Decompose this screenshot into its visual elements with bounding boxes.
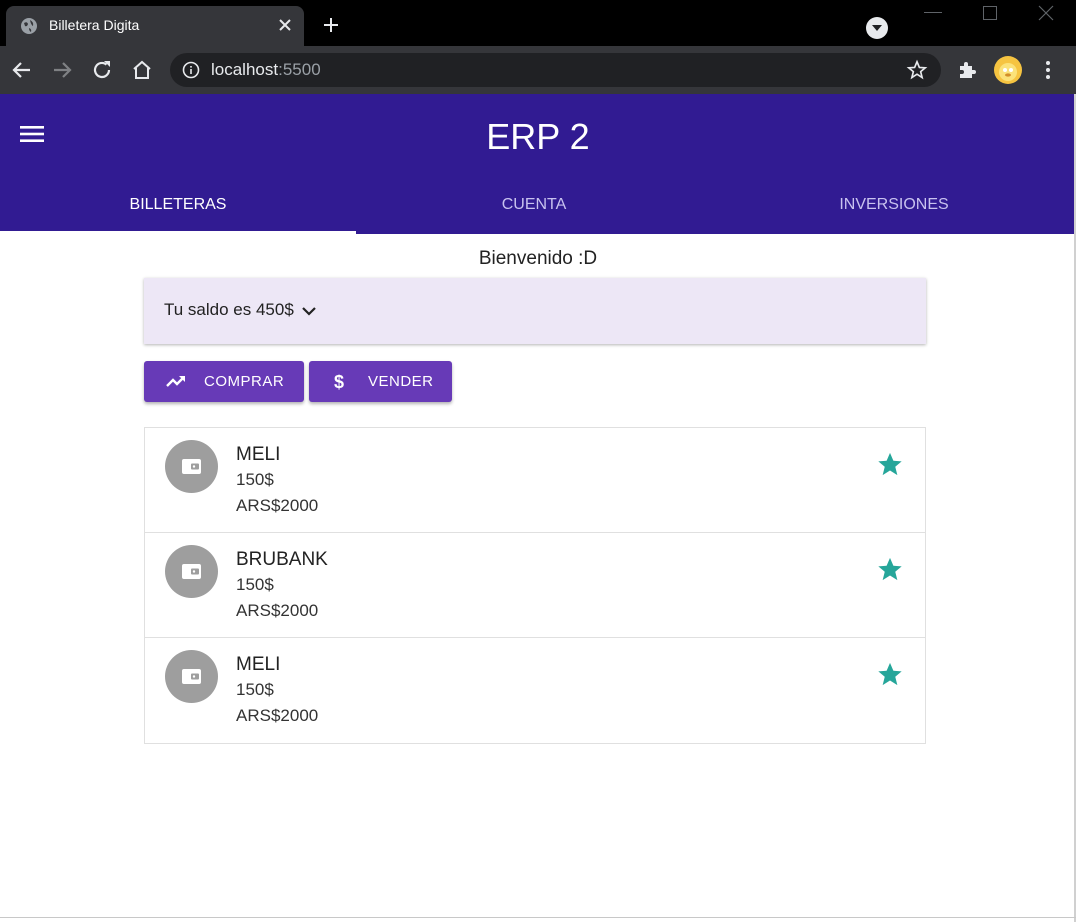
- star-icon[interactable]: [876, 660, 904, 688]
- wallet-name: BRUBANK: [236, 549, 328, 570]
- sell-button[interactable]: $ VENDER: [309, 361, 452, 402]
- address-bar[interactable]: localhost:5500: [170, 53, 941, 87]
- app-title: ERP 2: [486, 116, 590, 157]
- balance-label: Tu saldo es 450$: [164, 300, 294, 319]
- wallet-name: MELI: [236, 654, 281, 675]
- wallet-icon: [182, 564, 201, 579]
- list-item[interactable]: MELI 150$ ARS$2000: [145, 428, 925, 533]
- window-bottom-edge: [0, 917, 1076, 918]
- avatar: [165, 440, 218, 493]
- tab-cuenta[interactable]: CUENTA: [356, 184, 712, 234]
- profile-avatar[interactable]: [994, 56, 1022, 84]
- bookmark-star-icon[interactable]: [906, 59, 928, 81]
- more-vert-icon[interactable]: [1036, 58, 1060, 82]
- avatar: [165, 650, 218, 703]
- wallet-icon: [182, 459, 201, 474]
- wallet-name: MELI: [236, 444, 281, 465]
- list-item[interactable]: MELI 150$ ARS$2000: [145, 638, 925, 743]
- avatar-icon: [999, 63, 1017, 81]
- trending-up-icon: [166, 376, 185, 387]
- wallet-icon: [182, 669, 201, 684]
- tab-search-button[interactable]: [866, 17, 888, 39]
- star-icon[interactable]: [876, 450, 904, 478]
- browser-tab[interactable]: Billetera Digita: [6, 6, 304, 46]
- window-close-icon[interactable]: [1038, 5, 1054, 21]
- welcome-text: Bienvenido :D: [478, 248, 598, 269]
- wallet-ars-balance: ARS$2000: [236, 601, 319, 620]
- balance-panel[interactable]: Tu saldo es 450$: [144, 278, 926, 344]
- svg-text:$: $: [334, 372, 345, 392]
- chevron-down-icon: [302, 307, 316, 316]
- maximize-icon[interactable]: [983, 6, 997, 20]
- reload-icon[interactable]: [90, 58, 114, 82]
- buy-button-label: COMPRAR: [204, 373, 285, 390]
- new-tab-icon[interactable]: [322, 16, 340, 34]
- tab-billeteras[interactable]: BILLETERAS: [0, 184, 356, 234]
- wallet-list: MELI 150$ ARS$2000 BRUBANK 150$ ARS$2000: [144, 427, 926, 744]
- url-text: localhost:5500: [211, 60, 321, 79]
- browser-tabstrip: Billetera Digita: [0, 0, 1076, 46]
- wallet-ars-balance: ARS$2000: [236, 706, 319, 725]
- sell-button-label: VENDER: [368, 373, 434, 390]
- close-tab-icon[interactable]: [276, 16, 294, 34]
- wallet-usd-balance: 150$: [236, 680, 274, 699]
- home-icon[interactable]: [130, 58, 154, 82]
- tab-title: Billetera Digita: [49, 17, 140, 33]
- extensions-icon[interactable]: [955, 58, 979, 82]
- wallet-ars-balance: ARS$2000: [236, 496, 319, 515]
- wallet-usd-balance: 150$: [236, 470, 274, 489]
- list-item[interactable]: BRUBANK 150$ ARS$2000: [145, 533, 925, 638]
- avatar: [165, 545, 218, 598]
- tab-inversiones[interactable]: INVERSIONES: [712, 184, 1076, 234]
- forward-icon[interactable]: [50, 58, 74, 82]
- back-icon[interactable]: [10, 58, 34, 82]
- app-bar: ERP 2 BILLETERAS CUENTA INVERSIONES: [0, 94, 1076, 234]
- info-icon[interactable]: [182, 61, 200, 79]
- buy-button[interactable]: COMPRAR: [144, 361, 304, 402]
- chevron-down-icon: [872, 25, 882, 31]
- main-tabs: BILLETERAS CUENTA INVERSIONES: [0, 184, 1076, 234]
- minimize-icon[interactable]: [924, 12, 942, 14]
- dollar-icon: $: [334, 372, 345, 392]
- wallet-usd-balance: 150$: [236, 575, 274, 594]
- star-icon[interactable]: [876, 555, 904, 583]
- globe-icon: [21, 18, 37, 34]
- browser-toolbar: localhost:5500: [0, 46, 1076, 94]
